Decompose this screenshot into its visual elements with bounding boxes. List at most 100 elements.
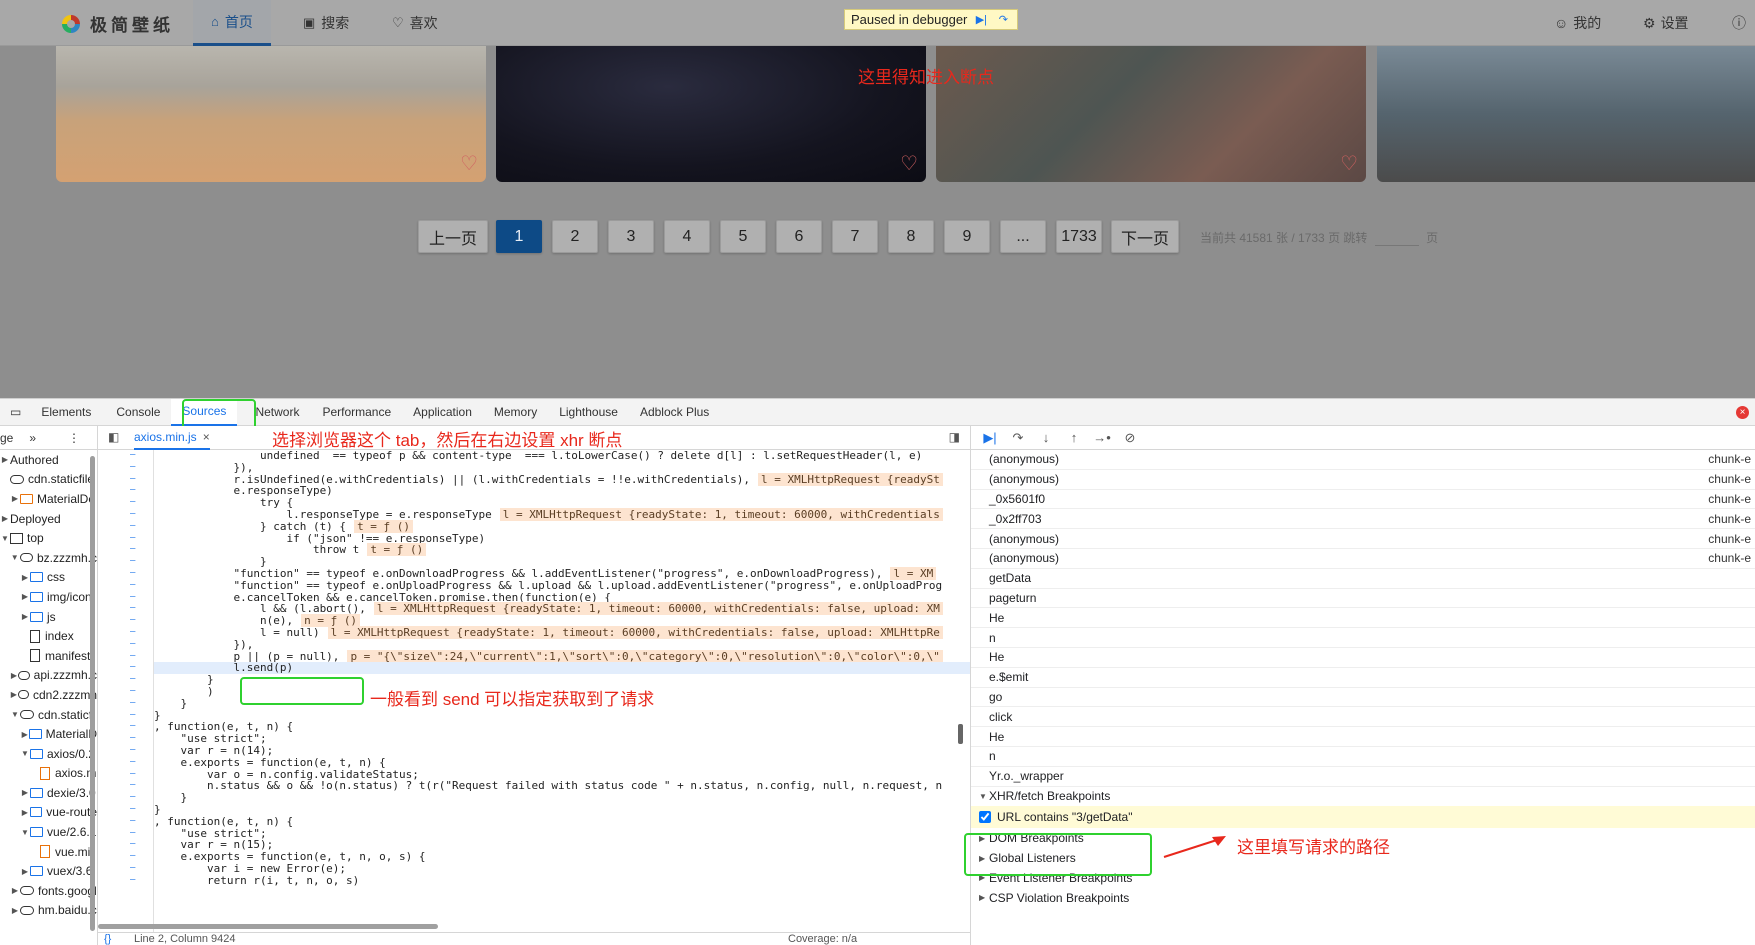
file-tree-item[interactable]: cdn.staticfile xyxy=(0,470,97,490)
line-marker[interactable]: – xyxy=(98,485,153,497)
call-frame[interactable]: pageturn xyxy=(971,589,1755,609)
page-button[interactable]: 7 xyxy=(832,220,878,253)
page-button[interactable]: 1733 xyxy=(1056,220,1102,253)
file-tree-item[interactable]: ▶ css xyxy=(0,568,97,588)
wallpaper-thumbnail[interactable] xyxy=(1377,46,1755,182)
file-tree-item[interactable]: ▶ vuex/3.6. xyxy=(0,861,97,881)
collapsed-triangle-icon[interactable]: ▶ xyxy=(20,730,29,739)
csp-violation-breakpoints-section[interactable]: ▶ CSP Violation Breakpoints xyxy=(971,888,1755,908)
line-marker[interactable]: – xyxy=(98,792,153,804)
call-frame[interactable]: Yr.o._wrapper xyxy=(971,767,1755,787)
line-marker[interactable]: – xyxy=(98,816,153,828)
line-marker[interactable]: – xyxy=(98,757,153,769)
call-frame[interactable]: He xyxy=(971,727,1755,747)
toggle-debugger-icon[interactable]: ◨ xyxy=(949,430,960,444)
tab-adblock-plus[interactable]: Adblock Plus xyxy=(629,399,720,426)
next-page-button[interactable]: 下一页 xyxy=(1111,220,1179,253)
file-tree-item[interactable]: ▼ cdn.staticfi xyxy=(0,705,97,725)
file-tree-item[interactable]: ▼ top xyxy=(0,528,97,548)
wallpaper-thumbnail[interactable]: ♡ xyxy=(936,46,1366,182)
line-marker[interactable]: – xyxy=(98,828,153,840)
tab-performance[interactable]: Performance xyxy=(311,399,402,426)
expanded-triangle-icon[interactable]: ▼ xyxy=(20,749,30,758)
page-button[interactable]: 9 xyxy=(944,220,990,253)
nav-settings[interactable]: ⚙ 设置 xyxy=(1643,0,1689,46)
file-tree-item[interactable]: ▼ bz.zzzmh.c xyxy=(0,548,97,568)
collapsed-triangle-icon[interactable]: ▶ xyxy=(20,612,30,621)
file-tree-item[interactable]: ▶ MaterialDe xyxy=(0,489,97,509)
line-gutter[interactable]: – – – – – – – – – – – – – – – – – – – – – – – – – – – – – – – – – – – – – xyxy=(98,450,154,932)
site-logo[interactable]: 极简壁纸 xyxy=(62,11,174,36)
file-tree-item[interactable]: ▶ dexie/3.0 xyxy=(0,783,97,803)
collapsed-triangle-icon[interactable]: ▶ xyxy=(10,690,18,699)
collapsed-triangle-icon[interactable]: ▶ xyxy=(10,906,20,915)
line-marker[interactable]: – xyxy=(98,733,153,745)
line-marker[interactable]: – xyxy=(98,698,153,710)
close-tab-icon[interactable]: × xyxy=(203,430,210,444)
prev-page-button[interactable]: 上一页 xyxy=(418,220,488,253)
line-marker[interactable]: – xyxy=(98,875,153,887)
file-tree-item[interactable]: ▶ js xyxy=(0,607,97,627)
file-tree-item[interactable]: ▶ cdn2.zzzmh xyxy=(0,685,97,705)
collapsed-triangle-icon[interactable]: ▶ xyxy=(20,573,30,582)
file-tree-item[interactable]: ▶ fonts.googl xyxy=(0,881,97,901)
file-tree-item[interactable]: index xyxy=(0,626,97,646)
line-marker[interactable]: – xyxy=(98,804,153,816)
line-marker[interactable]: – xyxy=(98,603,153,615)
call-frame[interactable]: getData xyxy=(971,569,1755,589)
step-out-icon[interactable]: ↑ xyxy=(1065,430,1083,445)
call-frame[interactable]: n xyxy=(971,628,1755,648)
line-marker[interactable]: – xyxy=(98,839,153,851)
file-tree-item[interactable]: ▶ Authored xyxy=(0,450,97,470)
nav-search[interactable]: ▣ 搜索 xyxy=(285,0,367,46)
nav-favorites[interactable]: ♡ 喜欢 xyxy=(374,0,456,46)
step-over-icon[interactable]: ↷ xyxy=(1009,430,1027,446)
line-marker[interactable]: – xyxy=(98,568,153,580)
tab-memory[interactable]: Memory xyxy=(483,399,548,426)
file-tree-item[interactable]: ▶ img/icon xyxy=(0,587,97,607)
expanded-triangle-icon[interactable]: ▼ xyxy=(10,710,20,719)
toggle-navigator-icon[interactable]: ◧ xyxy=(108,430,119,444)
line-marker[interactable]: – xyxy=(98,450,153,462)
line-marker[interactable]: – xyxy=(98,544,153,556)
call-frame[interactable]: go xyxy=(971,688,1755,708)
line-marker[interactable]: – xyxy=(98,721,153,733)
call-frame[interactable]: click xyxy=(971,707,1755,728)
collapsed-triangle-icon[interactable]: ▶ xyxy=(20,867,30,876)
xhr-breakpoint-checkbox[interactable] xyxy=(979,811,991,824)
page-button[interactable]: 6 xyxy=(776,220,822,253)
resume-icon[interactable]: ▶| xyxy=(973,12,989,28)
device-toggle-icon[interactable]: ▭ xyxy=(0,399,31,426)
collapsed-triangle-icon[interactable]: ▶ xyxy=(20,592,30,601)
file-tree-item[interactable]: ▼ vue/2.6.1 xyxy=(0,822,97,842)
tab-application[interactable]: Application xyxy=(402,399,483,426)
collapsed-triangle-icon[interactable]: ▶ xyxy=(10,494,20,503)
collapsed-triangle-icon[interactable]: ▶ xyxy=(10,886,20,895)
format-icon[interactable]: {} xyxy=(104,933,111,945)
info-icon[interactable]: ⓘ xyxy=(1732,0,1746,46)
heart-icon[interactable]: ♡ xyxy=(460,151,478,176)
file-tree-item[interactable]: ▶ vue-route xyxy=(0,803,97,823)
editor-horizontal-scrollbar[interactable] xyxy=(98,924,438,929)
step-into-icon[interactable]: ↓ xyxy=(1037,430,1055,445)
collapsed-triangle-icon[interactable]: ▶ xyxy=(20,808,30,817)
line-marker[interactable]: – xyxy=(98,509,153,521)
line-marker[interactable]: – xyxy=(98,769,153,781)
line-marker[interactable]: – xyxy=(98,627,153,639)
call-frame[interactable]: n xyxy=(971,747,1755,767)
file-tree-item[interactable]: vue.mi xyxy=(0,842,97,862)
line-marker[interactable]: – xyxy=(98,556,153,568)
navigator-scrollbar[interactable] xyxy=(90,456,95,931)
heart-icon[interactable]: ♡ xyxy=(900,151,918,176)
line-marker[interactable]: – xyxy=(98,462,153,474)
call-frame[interactable]: (anonymous) chunk-e xyxy=(971,529,1755,549)
tab-console[interactable]: Console xyxy=(105,399,171,426)
file-tree-item[interactable]: ▶ MaterialD xyxy=(0,724,97,744)
line-marker[interactable]: – xyxy=(98,580,153,592)
resume-icon[interactable]: ▶| xyxy=(981,430,999,446)
step-over-icon[interactable]: ↷ xyxy=(995,12,1011,28)
page-button[interactable]: 3 xyxy=(608,220,654,253)
page-button[interactable]: 4 xyxy=(664,220,710,253)
more-tabs-icon[interactable]: » xyxy=(29,431,36,445)
tab-elements[interactable]: Elements xyxy=(31,399,105,426)
